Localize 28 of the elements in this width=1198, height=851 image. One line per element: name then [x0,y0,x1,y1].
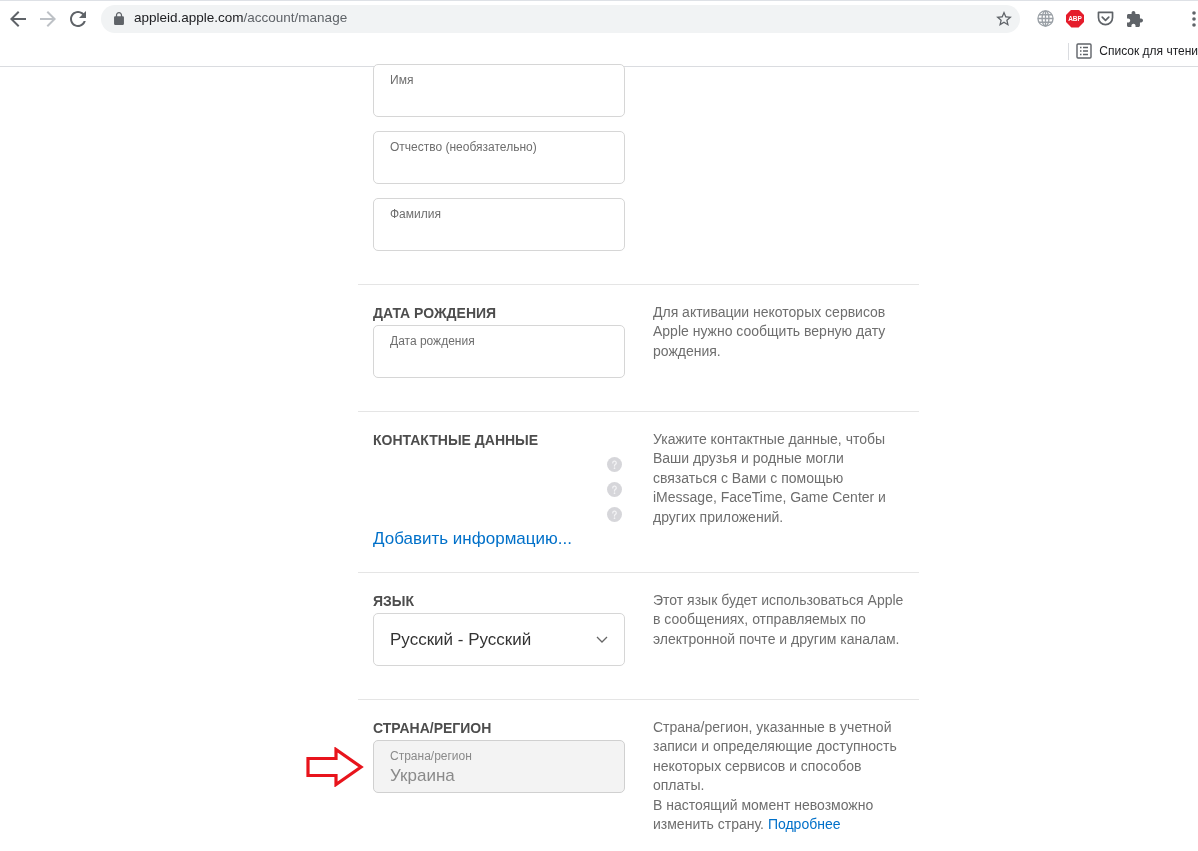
dropdown-select[interactable]: Русский - Русский [373,613,625,666]
back-arrow-icon[interactable] [10,10,26,27]
puzzle-icon[interactable] [1127,10,1143,27]
description-text: Этот язык будет использоваться Apple в сообщениях, отправляемых по электронной почте и другим каналам. [653,591,905,649]
shield-chevron-icon[interactable] [1096,11,1114,26]
description-text: Для активации некоторых сервисов Apple нужно сообщить верную дату рождения. [653,303,887,361]
globe-icon[interactable] [1036,10,1054,27]
input-field[interactable]: Дата рождения [373,325,625,378]
star-icon[interactable] [996,11,1012,26]
reload-icon[interactable] [70,10,86,27]
list-icon [1076,43,1093,59]
section-heading: СТРАНА/РЕГИОН [373,719,493,738]
address-bar[interactable]: appleid.apple.com/account/manage [101,4,1020,33]
input-field[interactable]: Имя [373,64,625,117]
section-heading: ЯЗЫК [373,592,416,611]
chevron-down-icon [596,636,608,643]
input-field[interactable]: Фамилия [373,198,625,251]
menu-icon[interactable] [1192,10,1196,27]
learn-more-link[interactable]: Подробнее [767,816,841,833]
section-heading: ДАТА РОЖДЕНИЯ [373,304,498,323]
add-info-link[interactable]: Добавить информацию... [373,528,572,550]
reading-list-button[interactable]: Список для чтени [1075,42,1198,60]
description-text: В настоящий момент невозможно изменить страну. Подробнее [653,795,875,835]
url-text: appleid.apple.com/account/manage [134,9,348,28]
section-heading: КОНТАКТНЫЕ ДАННЫЕ [373,431,540,450]
description-text: Укажите контактные данные, чтобы Ваши друзья и родные могли связаться с Вами с помощью iMessage, FaceTime, Game Center и других приложений. [653,430,887,527]
input-field[interactable]: Отчество (необязательно) [373,131,625,184]
description-text: Страна/регион, указанные в учетной записи и определяющие доступность некоторых сервисов и способов оплаты. [653,718,898,796]
